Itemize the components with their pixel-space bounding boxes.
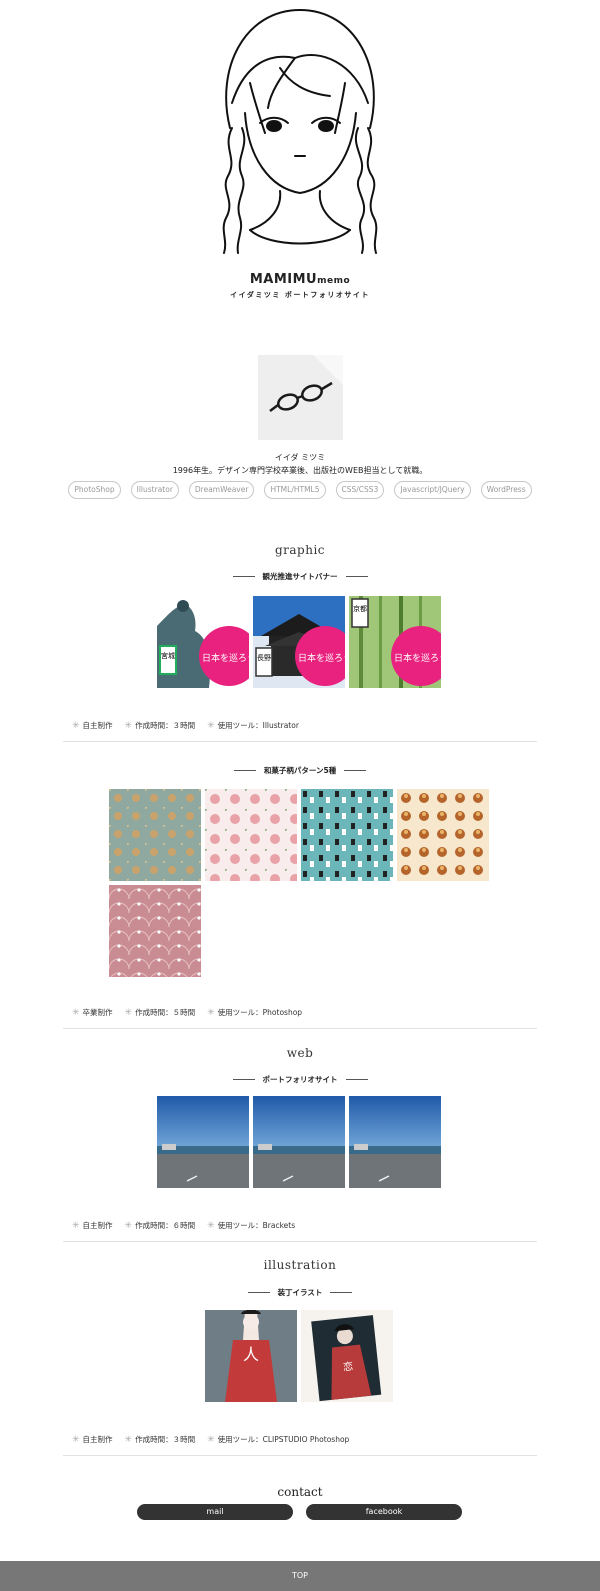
pattern-thumb[interactable]: [109, 885, 201, 977]
skill-tag: HTML/HTML5: [264, 481, 326, 499]
star-icon: ✳: [124, 720, 133, 731]
divider: [63, 1241, 537, 1242]
star-icon: ✳: [72, 1220, 80, 1231]
banner-slogan: 日本を巡ろう: [202, 652, 249, 664]
profile-photo: [258, 355, 343, 440]
pattern-thumb[interactable]: [301, 789, 393, 881]
skill-tag: Javascript/JQuery: [394, 481, 471, 499]
section-heading-graphic: graphic: [274, 543, 326, 557]
banner-label: 長野: [257, 654, 271, 662]
work-title: 和菓子柄パターン5種: [0, 765, 600, 776]
banner-slogan: 日本を巡ろう: [394, 652, 441, 664]
star-icon: ✳: [124, 1007, 133, 1018]
section-heading-illustration: illustration: [263, 1258, 337, 1272]
star-icon: ✳: [72, 1007, 80, 1018]
banner-nagano[interactable]: 長野 日本を巡ろう: [253, 596, 345, 688]
work-meta: ✳ 自主制作 ✳ 作成時間：３時間 ✳ 使用ツール：CLIPSTUDIO Photos…: [72, 1434, 350, 1445]
work-title: 観光推進サイトバナー: [0, 571, 600, 582]
svg-text:恋: 恋: [342, 1359, 353, 1373]
profile-name: イイダ ミツミ: [274, 453, 326, 462]
skill-tag: CSS/CSS3: [335, 481, 385, 499]
divider: [63, 1028, 537, 1029]
star-icon: ✳: [207, 1007, 215, 1018]
pattern-thumb[interactable]: [205, 789, 297, 881]
svg-text:人: 人: [243, 1345, 259, 1364]
star-icon: ✳: [124, 1434, 133, 1445]
illustration-cover[interactable]: 人: [205, 1310, 297, 1402]
logo-main: MAMIMU: [249, 272, 318, 287]
star-icon: ✳: [72, 1434, 80, 1445]
site-logo[interactable]: MAMIMUmemo: [0, 272, 600, 287]
star-icon: ✳: [207, 1434, 215, 1445]
mail-button[interactable]: mail: [137, 1504, 293, 1520]
girl-portrait-illustration: [222, 9, 378, 254]
section-heading-web: web: [286, 1046, 314, 1060]
star-icon: ✳: [124, 1220, 133, 1231]
banner-slogan: 日本を巡ろう: [298, 652, 345, 664]
hero: MAMIMUmemo イイダミツミ ポートフォリオサイト: [0, 0, 600, 310]
star-icon: ✳: [207, 1220, 215, 1231]
pattern-thumb[interactable]: [109, 789, 201, 881]
section-heading-contact: contact: [277, 1485, 323, 1499]
divider: [63, 741, 537, 742]
banner-label: 宮城: [161, 651, 175, 660]
work-meta: ✳ 自主制作 ✳ 作成時間：３時間 ✳ 使用ツール：Illustrator: [72, 720, 299, 731]
star-icon: ✳: [207, 720, 215, 731]
skill-tags: PhotoShop Illustrator DreamWeaver HTML/H…: [40, 481, 560, 499]
skill-tag: WordPress: [480, 481, 532, 499]
work-title: ポートフォリオサイト: [0, 1074, 600, 1085]
skill-tag: PhotoShop: [68, 481, 121, 499]
back-to-top-button[interactable]: TOP: [0, 1561, 600, 1591]
web-screenshot[interactable]: [157, 1096, 249, 1188]
work-meta: ✳ 卒業制作 ✳ 作成時間：５時間 ✳ 使用ツール：Photoshop: [72, 1007, 303, 1018]
banner-kyoto[interactable]: 京都 日本を巡ろう: [349, 596, 441, 688]
web-screenshot[interactable]: [349, 1096, 441, 1188]
divider: [63, 1455, 537, 1456]
banner-miyagi[interactable]: 宮城 日本を巡ろう: [157, 596, 249, 688]
site-subtitle: イイダミツミ ポートフォリオサイト: [230, 291, 370, 299]
pattern-thumb[interactable]: [397, 789, 489, 881]
work-title: 装丁イラスト: [0, 1287, 600, 1298]
web-screenshot[interactable]: [253, 1096, 345, 1188]
star-icon: ✳: [72, 720, 80, 731]
skill-tag: DreamWeaver: [188, 481, 255, 499]
book-photo[interactable]: 恋: [301, 1310, 393, 1402]
work-meta: ✳ 自主制作 ✳ 作成時間：６時間 ✳ 使用ツール：Brackets: [72, 1220, 296, 1231]
profile-bio: 1996年生。デザイン専門学校卒業後、出版社のWEB担当として就職。: [172, 466, 428, 475]
logo-small: memo: [317, 276, 351, 286]
facebook-button[interactable]: facebook: [306, 1504, 462, 1520]
banner-label: 京都: [353, 604, 367, 613]
skill-tag: Illustrator: [130, 481, 179, 499]
